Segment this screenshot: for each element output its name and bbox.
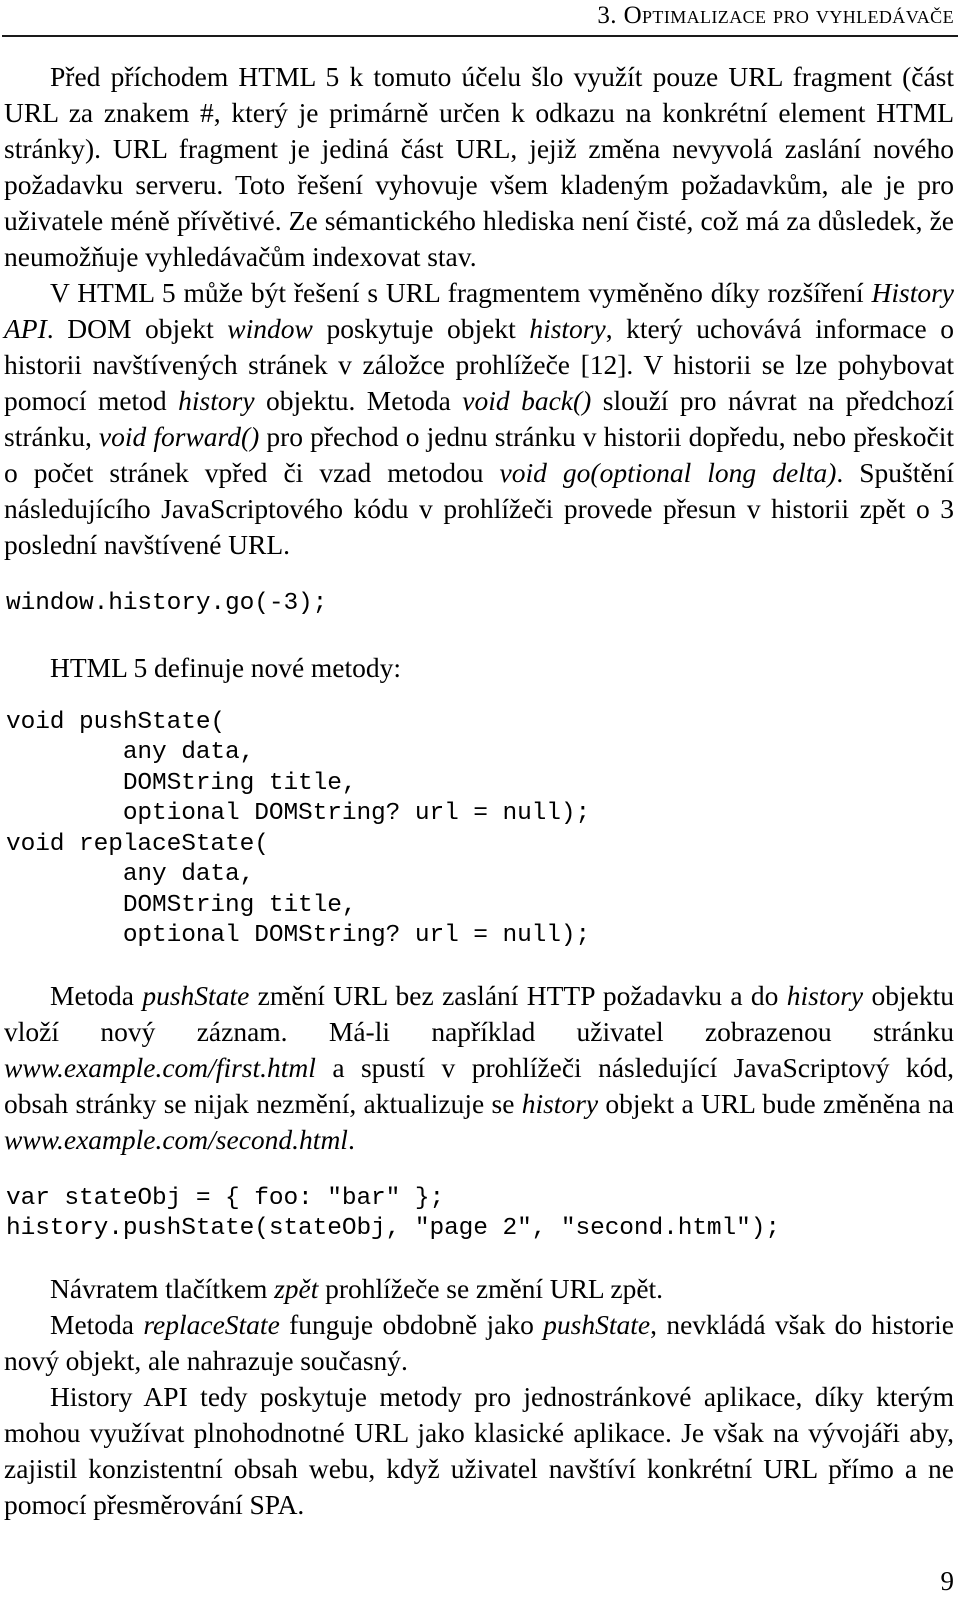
paragraph-replacestate: Metoda replaceState funguje obdobně jako… xyxy=(4,1307,954,1379)
emphasis-pushstate: pushState xyxy=(543,1308,651,1340)
code-block-stateobj: var stateObj = { foo: "bar" }; history.p… xyxy=(6,1184,780,1243)
text-run: V HTML 5 může být řešení s URL fragmente… xyxy=(50,277,872,308)
code-block-history-go: window.history.go(-3); xyxy=(6,590,328,617)
emphasis-void-go: void go(optional long delta) xyxy=(499,457,837,488)
text-run: změní URL bez zaslání HTTP požadavku a d… xyxy=(249,979,787,1011)
chapter-title: Optimalizace pro vyhledávače xyxy=(623,2,954,29)
text-run: . DOM objekt xyxy=(46,313,228,344)
page-body: Před příchodem HTML 5 k tomuto účelu šlo… xyxy=(2,37,958,1523)
chapter-number: 3. xyxy=(597,2,617,29)
text-run: Metoda xyxy=(50,1308,144,1340)
page-number: 9 xyxy=(940,1566,955,1596)
paragraph-history-api-summary: History API tedy poskytuje metody pro je… xyxy=(4,1379,954,1523)
emphasis-history: history xyxy=(178,385,255,416)
paragraph-pushstate-description: Metoda pushState změní URL bez zaslání H… xyxy=(4,978,954,1158)
paragraph-text: History API tedy poskytuje metody pro je… xyxy=(4,1380,954,1520)
emphasis-url-second: www.example.com/second.html xyxy=(4,1123,348,1155)
emphasis-history: history xyxy=(786,979,864,1011)
text-run: Návratem tlačítkem xyxy=(50,1272,275,1304)
emphasis-replacestate: replaceState xyxy=(143,1308,280,1340)
emphasis-window: window xyxy=(227,313,313,344)
paragraph-text: HTML 5 definuje nové metody: xyxy=(50,651,402,683)
paragraph-url-fragment: Před příchodem HTML 5 k tomuto účelu šlo… xyxy=(4,59,954,275)
code-block-pushstate-replacestate: void pushState( any data, DOMString titl… xyxy=(6,708,591,950)
text-run: Metoda xyxy=(50,979,143,1011)
text-run: poskytuje objekt xyxy=(312,313,530,344)
text-run: prohlížeče se změní URL zpět. xyxy=(318,1272,664,1304)
emphasis-history: history xyxy=(529,313,606,344)
paragraph-new-methods: HTML 5 definuje nové metody: xyxy=(4,650,954,686)
running-header: 3. Optimalizace pro vyhledávače xyxy=(2,0,958,31)
text-run: objektu. Metoda xyxy=(254,385,463,416)
text-run: funguje obdobně jako xyxy=(279,1308,544,1340)
emphasis-history: history xyxy=(521,1087,599,1119)
paragraph-text: Před příchodem HTML 5 k tomuto účelu šlo… xyxy=(4,61,954,272)
emphasis-void-forward: void forward() xyxy=(98,421,260,452)
paragraph-history-api: V HTML 5 může být řešení s URL fragmente… xyxy=(4,275,954,563)
text-run: . xyxy=(347,1123,355,1155)
text-run: objekt a URL bude změněna na xyxy=(598,1087,954,1119)
paragraph-back-button: Návratem tlačítkem zpět prohlížeče se zm… xyxy=(4,1271,954,1307)
emphasis-url-first: www.example.com/first.html xyxy=(4,1051,316,1083)
document-page: 3. Optimalizace pro vyhledávače Před pří… xyxy=(0,0,960,1610)
emphasis-pushstate: pushState xyxy=(142,979,250,1011)
emphasis-zpet: zpět xyxy=(274,1272,319,1304)
emphasis-void-back: void back() xyxy=(462,385,592,416)
